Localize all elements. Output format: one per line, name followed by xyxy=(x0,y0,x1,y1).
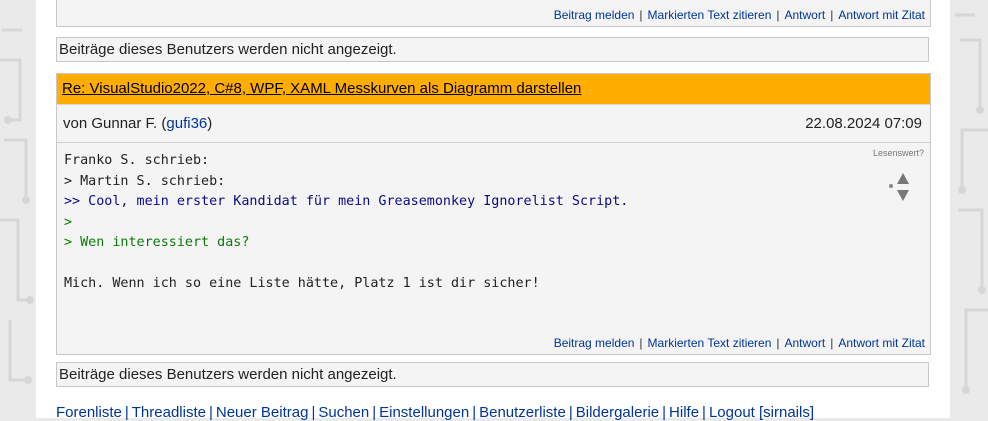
previous-post-footer: Beitrag melden | Markierten Text zitieren |… xyxy=(56,0,931,27)
post-actions-top: Beitrag melden | Markierten Text zitieren |… xyxy=(554,8,925,22)
separator: | xyxy=(662,404,667,421)
vote-up-icon[interactable] xyxy=(897,172,909,184)
footer-link[interactable]: Forenliste xyxy=(56,404,122,421)
footer-link[interactable]: Logout [sirnails] xyxy=(709,404,814,421)
forum-post: Re: VisualStudio2022, C#8, WPF, XAML Mes… xyxy=(56,73,931,355)
footer-link[interactable]: Threadliste xyxy=(132,404,206,421)
reply-link[interactable]: Antwort xyxy=(785,8,826,22)
post-text-line xyxy=(64,254,924,275)
rating-box: Lesenswert? xyxy=(864,143,924,208)
separator: | xyxy=(124,404,129,421)
vote-down-icon[interactable] xyxy=(897,189,909,201)
post-text-line: > Martin S. schrieb: xyxy=(64,173,226,189)
separator: | xyxy=(702,404,706,421)
separator: | xyxy=(639,8,643,22)
post-title-bar: Re: VisualStudio2022, C#8, WPF, XAML Mes… xyxy=(57,74,930,105)
reply-with-quote-link[interactable]: Antwort mit Zitat xyxy=(838,336,925,350)
forum-content: Beitrag melden | Markierten Text zitieren |… xyxy=(36,0,950,421)
footer-link[interactable]: Benutzerliste xyxy=(479,404,566,421)
reply-with-quote-link[interactable]: Antwort mit Zitat xyxy=(838,8,925,22)
post-text-line: > Wen interessiert das? xyxy=(64,235,250,250)
separator: | xyxy=(372,404,377,421)
author-prefix: von Gunnar F. ( xyxy=(63,115,167,132)
report-post-link[interactable]: Beitrag melden xyxy=(554,8,635,22)
post-date: 22.08.2024 07:09 xyxy=(805,115,922,132)
post-author: von Gunnar F. (gufi36) xyxy=(63,105,212,142)
separator: | xyxy=(311,404,316,421)
author-username-link[interactable]: gufi36 xyxy=(166,115,207,132)
post-title-link[interactable]: Re: VisualStudio2022, C#8, WPF, XAML Mes… xyxy=(62,80,581,97)
separator: | xyxy=(776,336,780,350)
post-text-line: >> Cool, mein erster Kandidat für mein G… xyxy=(64,194,629,209)
footer-link[interactable]: Hilfe xyxy=(669,404,699,421)
rating-label: Lesenswert? xyxy=(872,148,924,158)
separator: | xyxy=(830,336,834,350)
separator: | xyxy=(568,404,573,421)
separator: | xyxy=(472,404,477,421)
footer-navigation: Forenliste | Threadliste | Neuer Beitrag | Suc… xyxy=(56,404,814,421)
separator: | xyxy=(830,8,834,22)
post-text-line: > xyxy=(64,214,73,230)
post-text: Franko S. schrieb: > Martin S. schrieb: >>… xyxy=(64,151,924,295)
post-meta: von Gunnar F. (gufi36) 22.08.2024 07:09 xyxy=(57,105,930,143)
separator: | xyxy=(208,404,213,421)
footer-link[interactable]: Einstellungen xyxy=(379,404,469,421)
post-body: Franko S. schrieb: > Martin S. schrieb: >>… xyxy=(57,143,930,295)
author-suffix: ) xyxy=(207,115,213,132)
quote-selected-link[interactable]: Markierten Text zitieren xyxy=(648,336,772,350)
hidden-posts-notice: Beiträge dieses Benutzers werden nicht a… xyxy=(56,37,929,62)
separator: | xyxy=(639,336,643,350)
post-text-line: Mich. Wenn ich so eine Liste hätte, Plat… xyxy=(64,276,540,291)
post-text-line: Franko S. schrieb: xyxy=(64,153,210,168)
quote-selected-link[interactable]: Markierten Text zitieren xyxy=(648,8,772,22)
rating-dot-icon xyxy=(889,183,893,188)
rating-widget xyxy=(884,168,924,208)
footer-link[interactable]: Bildergalerie xyxy=(576,404,659,421)
report-post-link[interactable]: Beitrag melden xyxy=(554,336,635,350)
reply-link[interactable]: Antwort xyxy=(785,336,826,350)
separator: | xyxy=(776,8,780,22)
hidden-posts-notice: Beiträge dieses Benutzers werden nicht a… xyxy=(56,362,929,387)
post-actions: Beitrag melden | Markierten Text zitieren |… xyxy=(554,336,925,350)
footer-link[interactable]: Suchen xyxy=(318,404,369,421)
footer-link[interactable]: Neuer Beitrag xyxy=(216,404,309,421)
